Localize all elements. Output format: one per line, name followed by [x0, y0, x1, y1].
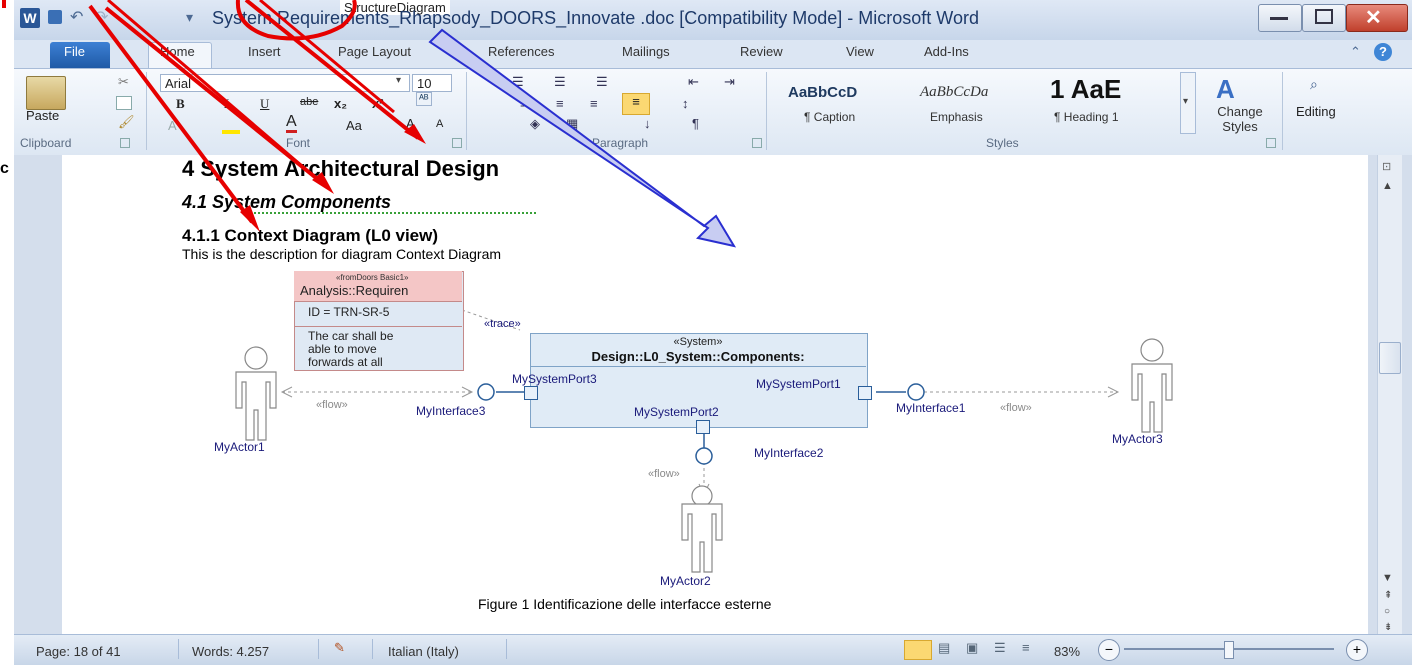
word-count[interactable]: Words: 4.257	[192, 644, 269, 659]
requirement-text-line: The car shall be	[308, 329, 394, 343]
draft-icon[interactable]: ≡	[1022, 640, 1030, 655]
actor-figure	[681, 485, 723, 573]
diagram-connectors	[235, 309, 1173, 573]
divider	[178, 639, 179, 659]
interface-lollipop	[695, 447, 713, 465]
divider	[318, 639, 319, 659]
interface-lollipop	[907, 383, 925, 401]
port-label: MySystemPort1	[756, 377, 841, 391]
port-label: MySystemPort3	[512, 372, 597, 386]
web-layout-icon[interactable]: ▣	[966, 640, 978, 656]
interface-lollipop	[477, 383, 495, 401]
zoom-out-button[interactable]: −	[1098, 639, 1120, 661]
interface-label: MyInterface2	[754, 446, 824, 460]
port-label: MySystemPort2	[634, 405, 719, 419]
system-stereotype: «System»	[673, 336, 723, 348]
port-mysystemport2[interactable]	[696, 420, 710, 434]
actor-label: MyActor1	[214, 440, 265, 454]
page-indicator[interactable]: Page: 18 of 41	[36, 644, 121, 659]
interface-label: MyInterface3	[416, 404, 486, 418]
requirement-id: ID = TRN-SR-5	[308, 305, 390, 319]
requirement-title: Analysis::Requiren	[300, 283, 409, 298]
divider	[530, 366, 866, 367]
port-mysystemport3[interactable]	[524, 386, 538, 400]
outline-icon[interactable]: ☰	[994, 640, 1006, 656]
language-indicator[interactable]: Italian (Italy)	[388, 644, 459, 659]
zoom-slider-handle[interactable]	[1224, 641, 1234, 659]
flow-label: «flow»	[316, 399, 348, 411]
flow-label: «flow»	[648, 468, 680, 480]
divider	[506, 639, 507, 659]
requirement-stereotype: «fromDoors Basic1»	[336, 273, 409, 282]
proofing-icon[interactable]: ✎	[334, 640, 345, 656]
zoom-in-button[interactable]: +	[1346, 639, 1368, 661]
port-mysystemport1[interactable]	[858, 386, 872, 400]
requirement-text-line: forwards at all	[308, 355, 383, 369]
print-layout-icon[interactable]	[904, 640, 932, 660]
actor-figure	[1131, 338, 1173, 433]
full-screen-reading-icon[interactable]: ▤	[938, 640, 950, 656]
flow-label: «flow»	[1000, 402, 1032, 414]
zoom-level[interactable]: 83%	[1054, 644, 1080, 659]
interface-label: MyInterface1	[896, 401, 966, 415]
actor-label: MyActor2	[660, 574, 711, 588]
actor-figure	[235, 346, 277, 441]
trace-label: «trace»	[484, 318, 521, 330]
actor-label: MyActor3	[1112, 432, 1163, 446]
system-name: Design::L0_System::Components:	[591, 349, 805, 364]
divider	[294, 326, 462, 327]
requirement-text-line: able to move	[308, 342, 377, 356]
divider	[372, 639, 373, 659]
